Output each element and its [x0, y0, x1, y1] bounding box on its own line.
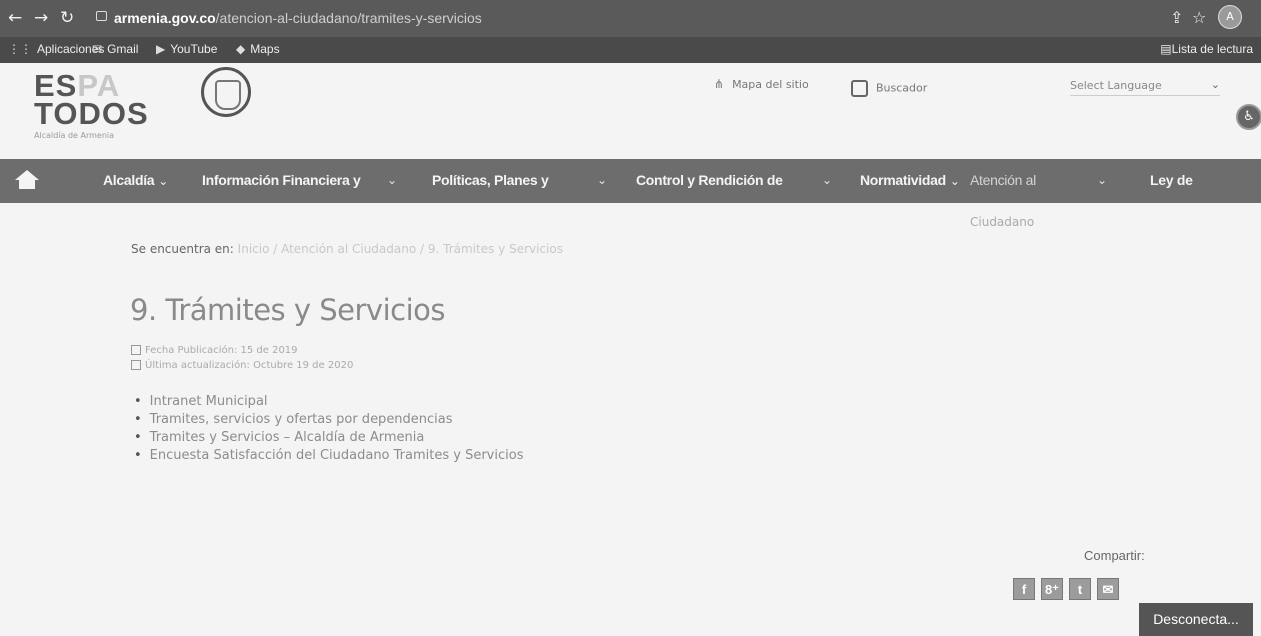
gmail-icon: ✉ — [92, 42, 103, 56]
bookmark-youtube[interactable]: ▶ YouTube — [156, 42, 217, 56]
published-date: Fecha Publicación: 15 de 2019 — [131, 345, 298, 356]
nav-item-normatividad[interactable]: Normatividad ⌄ — [860, 172, 960, 188]
url-field[interactable]: armenia.gov.co/atencion-al-ciudadano/tra… — [114, 10, 482, 26]
share-label: Compartir: — [1084, 548, 1145, 563]
nav-subline-ciudadano: Ciudadano — [970, 215, 1035, 229]
accessibility-icon[interactable]: ♿ — [1236, 104, 1261, 130]
nav-label: Alcaldía — [103, 172, 155, 188]
link-tramites-por-dependencias[interactable]: Tramites, servicios y ofertas por depend… — [150, 412, 453, 427]
logo-tagline: Alcaldía de Armenia — [34, 131, 115, 140]
calendar-icon — [131, 360, 141, 370]
browser-address-bar: ← → ↻ armenia.gov.co/atencion-al-ciudada… — [0, 0, 1261, 37]
logo-line-2: TODOS — [34, 96, 149, 131]
reading-list-label: Lista de lectura — [1171, 42, 1253, 56]
chevron-down-icon: ⌄ — [158, 174, 169, 188]
facebook-share-button[interactable]: f — [1013, 578, 1035, 600]
list-item[interactable]: Intranet Municipal — [134, 393, 523, 411]
email-share-button[interactable]: ✉ — [1097, 578, 1119, 600]
maps-icon: ◆ — [236, 42, 246, 56]
nav-item-ley-de[interactable]: Ley de — [1150, 172, 1193, 188]
site-logo[interactable]: ESPA TODOS Alcaldía de Armenia — [34, 70, 164, 142]
nav-label: Control y Rendición de — [636, 172, 783, 188]
bookmark-gmail[interactable]: ✉ Gmail — [92, 42, 138, 56]
lock-icon — [96, 11, 107, 21]
page-title: 9. Trámites y Servicios — [130, 293, 446, 327]
bookmarks-bar: ⋮⋮ Aplicaciones ✉ Gmail ▶ YouTube ◆ Maps ▤Li… — [0, 37, 1261, 63]
link-tramites-alcaldia[interactable]: Tramites y Servicios – Alcaldía de Armen… — [150, 430, 425, 445]
bookmark-label: Maps — [250, 42, 280, 56]
breadcrumb: Se encuentra en: Inicio / Atención al Ci… — [131, 242, 563, 256]
nav-item-atencion-al-ciudadano[interactable]: Atención al — [970, 172, 1036, 188]
nav-item-control-rendicion[interactable]: Control y Rendición de — [636, 172, 783, 188]
forward-icon[interactable]: → — [34, 9, 48, 27]
bookmark-label: YouTube — [170, 42, 218, 56]
nav-label: Normatividad — [860, 172, 946, 188]
nav-item-alcaldia[interactable]: Alcaldía ⌄ — [103, 172, 168, 188]
reading-list[interactable]: ▤Lista de lectura — [1160, 42, 1253, 56]
sitemap-label: Mapa del sitio — [732, 78, 809, 91]
updated-date: Última actualización: Octubre 19 de 2020 — [131, 360, 353, 371]
youtube-icon: ▶ — [156, 42, 166, 56]
chevron-down-icon[interactable]: ⌄ — [387, 173, 397, 187]
language-select[interactable]: Select Language ⌄ — [1070, 78, 1220, 96]
chevron-down-icon: ⌄ — [949, 174, 960, 188]
search-label: Buscador — [876, 81, 928, 95]
nav-label: Ley de — [1150, 172, 1193, 188]
chevron-down-icon[interactable]: ⌄ — [822, 173, 832, 187]
disconnect-button[interactable]: Desconecta... — [1139, 603, 1253, 636]
google-plus-share-button[interactable]: 8⁺ — [1041, 578, 1063, 600]
chevron-down-icon[interactable]: ⌄ — [1097, 173, 1107, 187]
main-navigation: Alcaldía ⌄ Información Financiera y ⌄ Pol… — [0, 159, 1261, 203]
link-encuesta-satisfaccion[interactable]: Encuesta Satisfacción del Ciudadano Tram… — [150, 448, 524, 463]
sitemap-link[interactable]: ⋔ Mapa del sitio — [714, 77, 809, 91]
list-item[interactable]: Tramites y Servicios – Alcaldía de Armen… — [134, 429, 523, 447]
apps-grid-icon: ⋮⋮ — [8, 42, 32, 56]
chevron-down-icon[interactable]: ⌄ — [597, 173, 607, 187]
bookmark-label: Gmail — [107, 42, 139, 56]
nav-item-informacion-financiera[interactable]: Información Financiera y — [202, 172, 361, 188]
nav-label: Información Financiera y — [202, 172, 361, 188]
updated-date-text: Última actualización: Octubre 19 de 2020 — [145, 360, 354, 371]
link-intranet-municipal[interactable]: Intranet Municipal — [150, 394, 268, 409]
search-icon — [851, 80, 868, 97]
reload-icon[interactable]: ↻ — [60, 9, 74, 27]
sitemap-icon: ⋔ — [714, 77, 725, 91]
nav-label: Políticas, Planes y — [432, 172, 549, 188]
back-icon[interactable]: ← — [8, 9, 22, 27]
colombia-seal-icon — [201, 67, 251, 117]
reading-list-icon: ▤ — [1160, 42, 1172, 56]
list-item[interactable]: Encuesta Satisfacción del Ciudadano Tram… — [134, 447, 524, 465]
home-icon[interactable] — [15, 170, 39, 190]
services-link-list: Intranet Municipal Tramites, servicios y… — [134, 393, 524, 465]
url-domain: armenia.gov.co — [114, 10, 216, 26]
nav-label: Atención al — [970, 172, 1036, 188]
share-page-icon[interactable]: ⇪ — [1170, 8, 1183, 27]
bookmark-apps[interactable]: ⋮⋮ Aplicaciones — [8, 42, 104, 56]
profile-avatar[interactable]: A — [1218, 5, 1242, 29]
twitter-share-button[interactable]: t — [1069, 578, 1091, 600]
chevron-down-icon: ⌄ — [1210, 78, 1220, 91]
bookmark-maps[interactable]: ◆ Maps — [236, 42, 280, 56]
list-item[interactable]: Tramites, servicios y ofertas por depend… — [134, 411, 523, 429]
search-link[interactable]: Buscador — [851, 80, 927, 97]
star-icon[interactable]: ☆ — [1192, 8, 1206, 27]
url-path: /atencion-al-ciudadano/tramites-y-servic… — [215, 10, 482, 26]
language-select-value: Select Language — [1070, 79, 1162, 92]
nav-item-politicas-planes[interactable]: Políticas, Planes y — [432, 172, 549, 188]
breadcrumb-prefix: Se encuentra en: — [131, 242, 234, 256]
published-date-text: Fecha Publicación: 15 de 2019 — [145, 345, 298, 356]
breadcrumb-path[interactable]: Inicio / Atención al Ciudadano / 9. Trám… — [238, 242, 563, 256]
calendar-icon — [131, 345, 141, 355]
